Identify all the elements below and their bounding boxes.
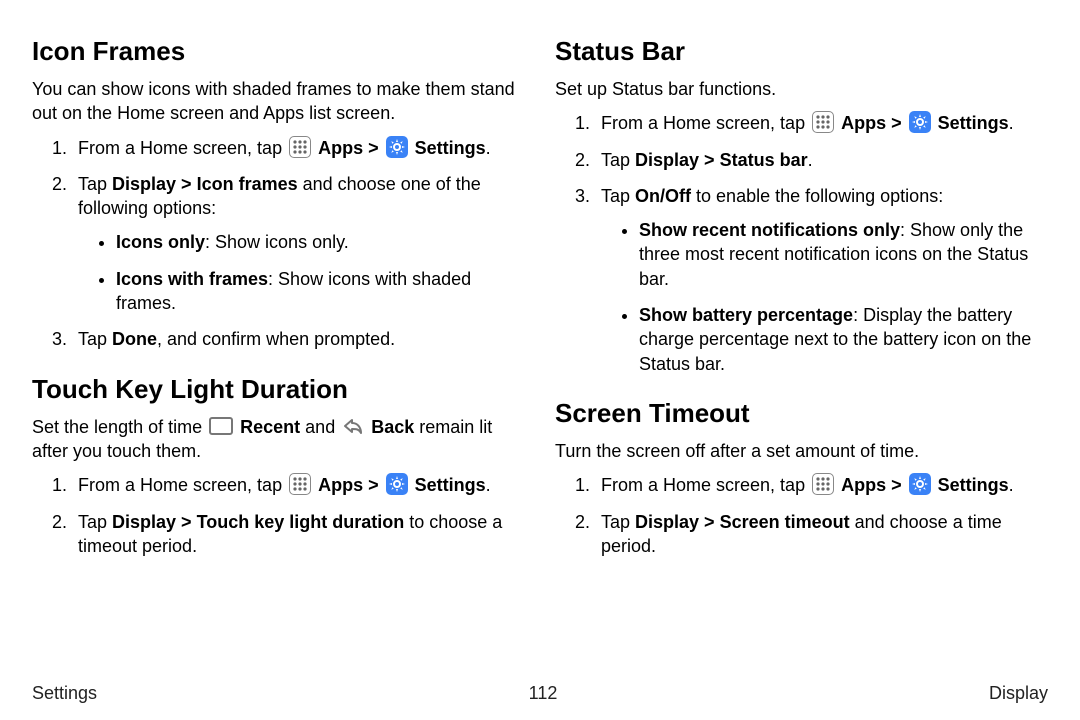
lead-status-bar: Set up Status bar functions. xyxy=(555,77,1048,101)
text: From a Home screen, tap xyxy=(78,475,287,495)
settings-icon xyxy=(909,111,931,133)
settings-icon xyxy=(386,473,408,495)
bold-text: Show battery percentage xyxy=(639,305,853,325)
label-apps: Apps xyxy=(318,138,363,158)
text: . xyxy=(1009,113,1014,133)
step-2: Tap Display > Touch key light duration t… xyxy=(72,510,525,559)
label-apps: Apps xyxy=(318,475,363,495)
bold-text: On/Off xyxy=(635,186,691,206)
text: From a Home screen, tap xyxy=(78,138,287,158)
options: Show recent notifications only: Show onl… xyxy=(601,218,1048,376)
steps-status-bar: From a Home screen, tap Apps > Settings.… xyxy=(555,111,1048,376)
bold-text: Display > Status bar xyxy=(635,150,808,170)
text: Tap xyxy=(78,174,112,194)
option-recent-notifications: Show recent notifications only: Show onl… xyxy=(639,218,1048,291)
step-1: From a Home screen, tap Apps > Settings. xyxy=(595,473,1048,497)
section-screen-timeout: Screen Timeout Turn the screen off after… xyxy=(555,398,1048,558)
bold-text: Done xyxy=(112,329,157,349)
bold-text: Icons with frames xyxy=(116,269,268,289)
text: . xyxy=(486,475,491,495)
label-settings: Settings xyxy=(415,138,486,158)
text: From a Home screen, tap xyxy=(601,113,810,133)
lead-icon-frames: You can show icons with shaded frames to… xyxy=(32,77,525,126)
label-back: Back xyxy=(371,417,414,437)
apps-icon xyxy=(289,473,311,495)
section-touch-key: Touch Key Light Duration Set the length … xyxy=(32,374,525,558)
text: Tap xyxy=(601,512,635,532)
text: Tap xyxy=(601,186,635,206)
text: Tap xyxy=(601,150,635,170)
option-battery-percentage: Show battery percentage: Display the bat… xyxy=(639,303,1048,376)
bold-text: Icons only xyxy=(116,232,205,252)
step-1: From a Home screen, tap Apps > Settings. xyxy=(595,111,1048,135)
option-icons-only: Icons only: Show icons only. xyxy=(116,230,525,254)
settings-icon xyxy=(909,473,931,495)
page-footer: Settings 112 Display xyxy=(32,683,1048,704)
options: Icons only: Show icons only. Icons with … xyxy=(78,230,525,315)
step-2: Tap Display > Screen timeout and choose … xyxy=(595,510,1048,559)
step-1: From a Home screen, tap Apps > Settings. xyxy=(72,136,525,160)
step-3: Tap On/Off to enable the following optio… xyxy=(595,184,1048,376)
bold-text: Display > Touch key light duration xyxy=(112,512,404,532)
apps-icon xyxy=(812,111,834,133)
text: to enable the following options: xyxy=(691,186,943,206)
apps-icon xyxy=(812,473,834,495)
text: . xyxy=(486,138,491,158)
label-settings: Settings xyxy=(938,475,1009,495)
footer-left: Settings xyxy=(32,683,97,704)
apps-icon xyxy=(289,136,311,158)
step-2: Tap Display > Icon frames and choose one… xyxy=(72,172,525,315)
label-settings: Settings xyxy=(415,475,486,495)
step-2: Tap Display > Status bar. xyxy=(595,148,1048,172)
bold-text: Display > Icon frames xyxy=(112,174,298,194)
back-icon xyxy=(342,416,364,436)
column-right: Status Bar Set up Status bar functions. … xyxy=(555,36,1048,580)
option-icons-with-frames: Icons with frames: Show icons with shade… xyxy=(116,267,525,316)
heading-screen-timeout: Screen Timeout xyxy=(555,398,1048,429)
text: , and confirm when prompted. xyxy=(157,329,395,349)
text: . xyxy=(1009,475,1014,495)
step-1: From a Home screen, tap Apps > Settings. xyxy=(72,473,525,497)
steps-icon-frames: From a Home screen, tap Apps > Settings.… xyxy=(32,136,525,352)
text: . xyxy=(808,150,813,170)
label-apps: Apps xyxy=(841,113,886,133)
heading-icon-frames: Icon Frames xyxy=(32,36,525,67)
steps-screen-timeout: From a Home screen, tap Apps > Settings.… xyxy=(555,473,1048,558)
footer-page-number: 112 xyxy=(529,683,558,704)
section-status-bar: Status Bar Set up Status bar functions. … xyxy=(555,36,1048,376)
text: and xyxy=(305,417,340,437)
text: From a Home screen, tap xyxy=(601,475,810,495)
text: Tap xyxy=(78,512,112,532)
page-columns: Icon Frames You can show icons with shad… xyxy=(32,36,1048,580)
chevron: > xyxy=(368,475,384,495)
step-3: Tap Done, and confirm when prompted. xyxy=(72,327,525,351)
heading-status-bar: Status Bar xyxy=(555,36,1048,67)
heading-touch-key: Touch Key Light Duration xyxy=(32,374,525,405)
section-icon-frames: Icon Frames You can show icons with shad… xyxy=(32,36,525,352)
bold-text: Display > Screen timeout xyxy=(635,512,850,532)
column-left: Icon Frames You can show icons with shad… xyxy=(32,36,525,580)
text: Tap xyxy=(78,329,112,349)
text: Set the length of time xyxy=(32,417,207,437)
label-recent: Recent xyxy=(240,417,300,437)
steps-touch-key: From a Home screen, tap Apps > Settings.… xyxy=(32,473,525,558)
text: : Show icons only. xyxy=(205,232,349,252)
lead-screen-timeout: Turn the screen off after a set amount o… xyxy=(555,439,1048,463)
bold-text: Show recent notifications only xyxy=(639,220,900,240)
chevron: > xyxy=(368,138,384,158)
label-apps: Apps xyxy=(841,475,886,495)
footer-right: Display xyxy=(989,683,1048,704)
lead-touch-key: Set the length of time Recent and Back r… xyxy=(32,415,525,464)
chevron: > xyxy=(891,475,907,495)
recent-icon xyxy=(209,417,233,435)
label-settings: Settings xyxy=(938,113,1009,133)
chevron: > xyxy=(891,113,907,133)
settings-icon xyxy=(386,136,408,158)
